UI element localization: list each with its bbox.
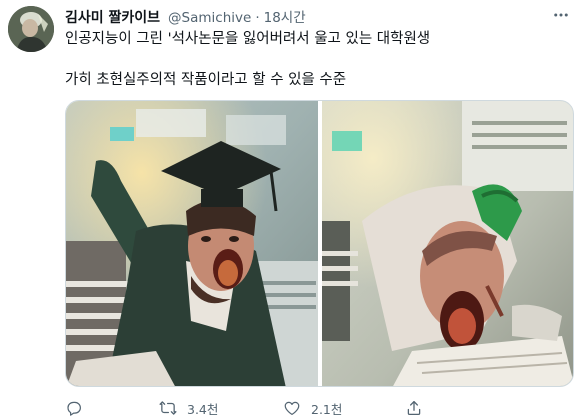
tweet-text-line-1: 인공지능이 그린 '석사논문을 잃어버려서 울고 있는 대학원생	[65, 31, 431, 47]
retweet-icon	[159, 401, 177, 415]
avatar[interactable]	[8, 6, 54, 52]
timestamp[interactable]: 18시간	[264, 6, 306, 26]
like-button[interactable]: 2.1천	[283, 397, 342, 419]
tweet-card[interactable]: 김사미 짤카이브 @Samichive · 18시간 인공지능이 그린 '석사논…	[0, 0, 586, 420]
retweet-count: 3.4천	[187, 401, 219, 417]
more-options-icon[interactable]	[550, 4, 572, 26]
heart-icon	[284, 401, 300, 415]
share-icon	[407, 400, 421, 416]
user-handle[interactable]: @Samichive	[168, 10, 251, 26]
tweet-text-line-2: 가히 초현실주의적 작품이라고 할 수 있을 수준	[65, 72, 347, 88]
separator: ·	[255, 10, 260, 26]
tweet-media[interactable]	[65, 100, 574, 387]
reply-button[interactable]	[65, 397, 93, 419]
share-button[interactable]	[405, 397, 433, 419]
like-count: 2.1천	[311, 401, 343, 417]
tweet-actions: 3.4천 2.1천	[65, 397, 505, 419]
display-name[interactable]: 김사미 짤카이브	[65, 7, 160, 27]
media-image-right[interactable]	[322, 101, 574, 387]
retweet-button[interactable]: 3.4천	[159, 397, 218, 419]
avatar-image	[8, 6, 54, 52]
tweet-header: 김사미 짤카이브 @Samichive · 18시간	[65, 6, 306, 26]
media-image-left[interactable]	[66, 101, 318, 387]
reply-icon	[67, 401, 81, 416]
